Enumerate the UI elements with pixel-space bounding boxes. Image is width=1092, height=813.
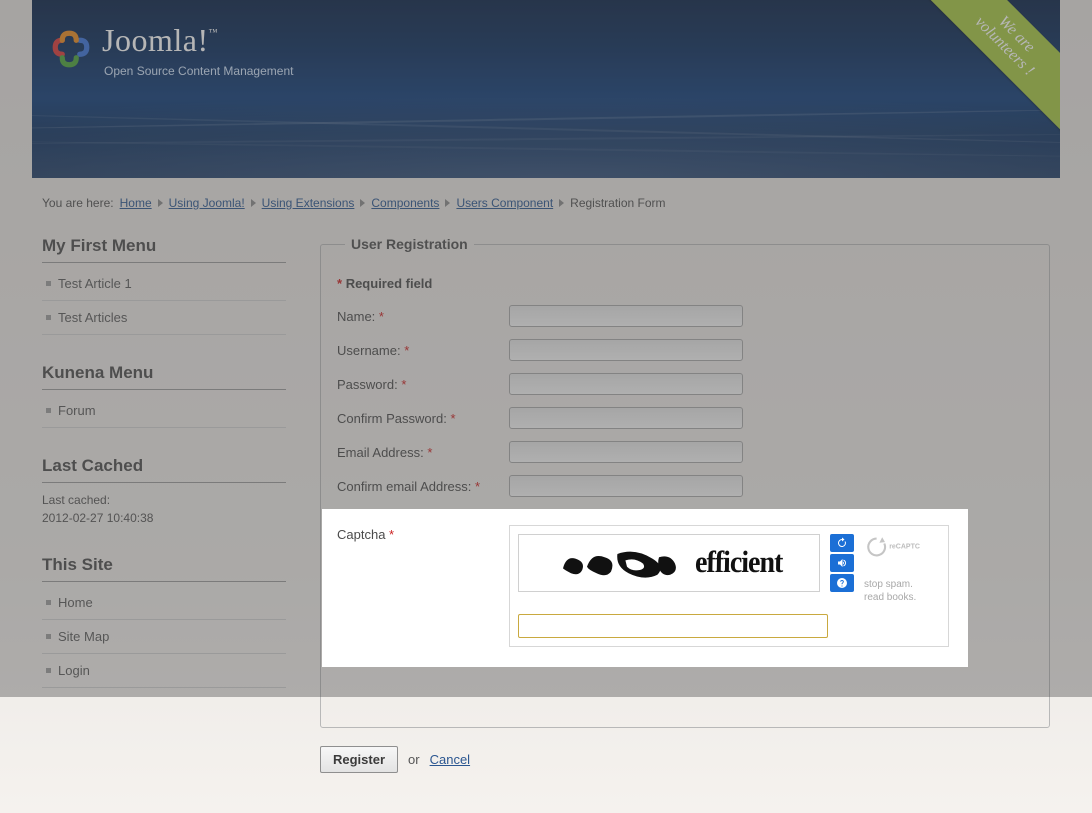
- sidebar: My First Menu Test Article 1 Test Articl…: [42, 236, 286, 773]
- joomla-logo-icon: [50, 28, 92, 70]
- username-input[interactable]: [509, 339, 743, 361]
- or-text: or: [408, 752, 420, 767]
- password-label: Password: *: [337, 377, 509, 392]
- username-label: Username: *: [337, 343, 509, 358]
- last-cached-value: 2012-02-27 10:40:38: [42, 511, 153, 525]
- cancel-link[interactable]: Cancel: [430, 752, 470, 767]
- brand-name: Joomla!™: [102, 24, 293, 56]
- captcha-word: efficient: [695, 545, 783, 580]
- site-header: Joomla!™ Open Source Content Management …: [32, 0, 1060, 178]
- breadcrumb-link[interactable]: Using Extensions: [262, 196, 355, 210]
- list-item[interactable]: Site Map: [42, 620, 286, 654]
- breadcrumb-link[interactable]: Users Component: [456, 196, 553, 210]
- list-item[interactable]: Login: [42, 654, 286, 688]
- confirm-email-label: Confirm email Address: *: [337, 479, 509, 494]
- recaptcha-icon: reCAPTCHA™: [864, 534, 920, 560]
- svg-text:reCAPTCHA™: reCAPTCHA™: [889, 543, 920, 550]
- list-item[interactable]: Forum: [42, 394, 286, 428]
- confirm-email-input[interactable]: [509, 475, 743, 497]
- register-button[interactable]: Register: [320, 746, 398, 773]
- module-my-first-menu: My First Menu Test Article 1 Test Articl…: [42, 236, 286, 335]
- main-content: User Registration * Required field Name:…: [320, 236, 1050, 773]
- recaptcha-widget: efficient: [509, 525, 949, 647]
- reload-icon: [836, 537, 848, 549]
- list-item[interactable]: Home: [42, 586, 286, 620]
- user-registration-fieldset: User Registration * Required field Name:…: [320, 236, 1050, 728]
- submit-row: Register or Cancel: [320, 746, 1050, 773]
- module-title: Last Cached: [42, 456, 286, 483]
- email-label: Email Address: *: [337, 445, 509, 460]
- list-item[interactable]: Test Articles: [42, 301, 286, 335]
- breadcrumb-current: Registration Form: [570, 196, 665, 210]
- module-title: This Site: [42, 555, 286, 582]
- password-input[interactable]: [509, 373, 743, 395]
- breadcrumb-link[interactable]: Using Joomla!: [169, 196, 245, 210]
- audio-icon: [836, 557, 848, 569]
- list-item[interactable]: Test Article 1: [42, 267, 286, 301]
- required-field-note: * Required field: [337, 276, 1033, 291]
- breadcrumb-prefix: You are here:: [42, 196, 114, 210]
- captcha-help-button[interactable]: [830, 574, 854, 592]
- module-this-site: This Site Home Site Map Login: [42, 555, 286, 688]
- help-icon: [836, 577, 848, 589]
- module-title: Kunena Menu: [42, 363, 286, 390]
- captcha-block: Captcha * e: [322, 509, 968, 667]
- captcha-audio-button[interactable]: [830, 554, 854, 572]
- name-label: Name: *: [337, 309, 509, 324]
- name-input[interactable]: [509, 305, 743, 327]
- module-last-cached: Last Cached Last cached: 2012-02-27 10:4…: [42, 456, 286, 527]
- captcha-reload-button[interactable]: [830, 534, 854, 552]
- breadcrumb-link[interactable]: Components: [371, 196, 439, 210]
- confirm-password-input[interactable]: [509, 407, 743, 429]
- captcha-label: Captcha *: [337, 525, 509, 542]
- logo-block: Joomla!™ Open Source Content Management: [50, 24, 293, 78]
- module-kunena-menu: Kunena Menu Forum: [42, 363, 286, 428]
- volunteers-ribbon[interactable]: We arevolunteers !: [915, 0, 1060, 136]
- fieldset-legend: User Registration: [345, 236, 474, 252]
- email-input[interactable]: [509, 441, 743, 463]
- confirm-password-label: Confirm Password: *: [337, 411, 509, 426]
- captcha-image: efficient: [518, 534, 820, 592]
- last-cached-label: Last cached:: [42, 493, 110, 507]
- recaptcha-logo: reCAPTCHA™ stop spam. read books.: [864, 534, 920, 604]
- captcha-input[interactable]: [518, 614, 828, 638]
- module-title: My First Menu: [42, 236, 286, 263]
- brand-tagline: Open Source Content Management: [104, 64, 293, 78]
- breadcrumb-link[interactable]: Home: [120, 196, 152, 210]
- breadcrumb: You are here: Home Using Joomla! Using E…: [32, 178, 1060, 210]
